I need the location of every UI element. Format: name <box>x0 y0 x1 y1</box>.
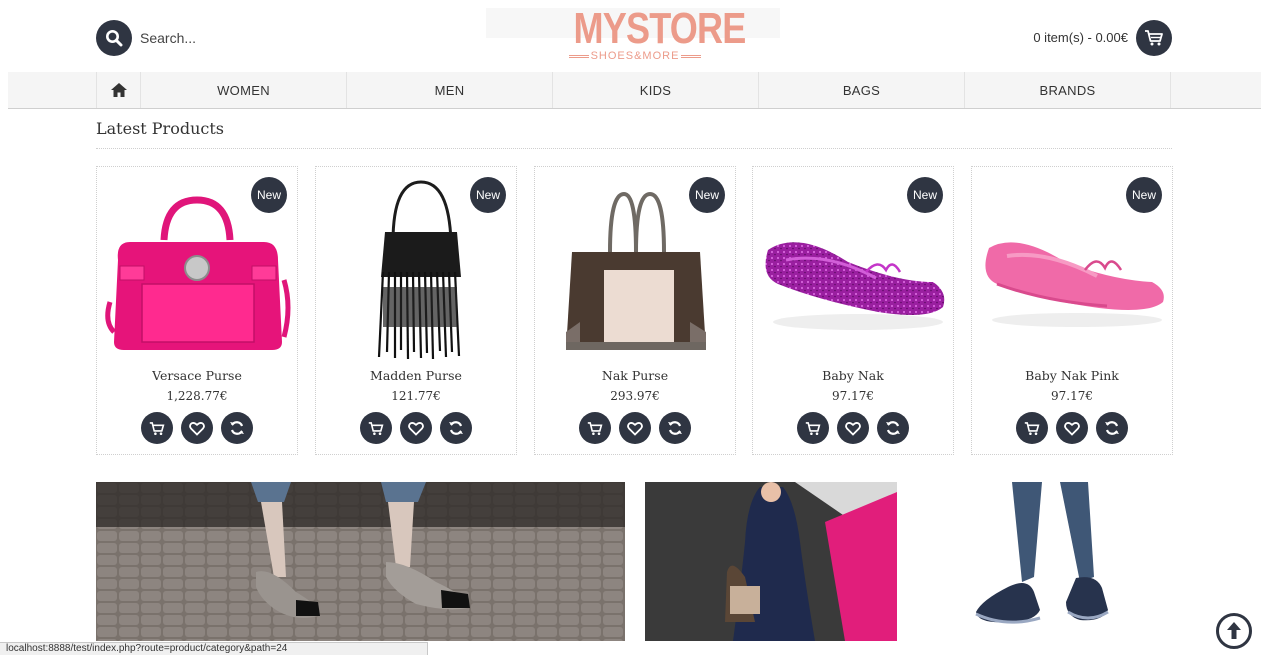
store-logo[interactable]: MYSTORE SHOES&MORE <box>560 4 747 62</box>
product-price: 293.97€ <box>610 389 660 403</box>
product-card[interactable]: New Baby Nak Pink 97.17€ <box>971 166 1173 455</box>
compare-button[interactable] <box>877 412 909 444</box>
heart-icon <box>1064 421 1080 436</box>
compare-button[interactable] <box>659 412 691 444</box>
add-to-cart-button[interactable] <box>141 412 173 444</box>
product-name[interactable]: Versace Purse <box>97 368 297 383</box>
product-card[interactable]: New Versace Purse 1,228.77€ <box>96 166 298 455</box>
product-name[interactable]: Baby Nak Pink <box>972 368 1172 383</box>
nav-item-women[interactable]: WOMEN <box>141 72 347 108</box>
nav-home[interactable] <box>96 72 141 108</box>
product-name[interactable]: Nak Purse <box>535 368 735 383</box>
heart-icon <box>408 421 424 436</box>
product-name[interactable]: Baby Nak <box>753 368 953 383</box>
add-to-cart-button[interactable] <box>579 412 611 444</box>
new-badge: New <box>1126 177 1162 213</box>
header: MYSTORE SHOES&MORE 0 item(s) - 0.00€ <box>0 0 1268 72</box>
cart-button[interactable] <box>1136 20 1172 56</box>
banner-woman-bag[interactable] <box>645 482 897 641</box>
product-price: 1,228.77€ <box>166 389 228 403</box>
new-badge: New <box>907 177 943 213</box>
section-title: Latest Products <box>96 119 224 138</box>
refresh-icon <box>886 421 900 435</box>
heart-icon <box>189 421 205 436</box>
product-name[interactable]: Madden Purse <box>316 368 516 383</box>
nav-item-bags[interactable]: BAGS <box>759 72 965 108</box>
refresh-icon <box>668 421 682 435</box>
home-icon <box>110 83 127 97</box>
compare-button[interactable] <box>1096 412 1128 444</box>
product-price: 97.17€ <box>1051 389 1093 403</box>
wishlist-button[interactable] <box>1056 412 1088 444</box>
compare-button[interactable] <box>440 412 472 444</box>
heart-icon <box>845 421 861 436</box>
wishlist-button[interactable] <box>181 412 213 444</box>
wishlist-button[interactable] <box>400 412 432 444</box>
browser-status-url: localhost:8888/test/index.php?route=prod… <box>0 642 428 655</box>
product-grid: New Versace Purse 1,228.77€ New Madden P… <box>96 166 1173 456</box>
wishlist-button[interactable] <box>837 412 869 444</box>
logo-title: MYSTORE <box>573 4 747 53</box>
search-icon <box>106 30 123 47</box>
heart-icon <box>627 421 643 436</box>
search-button[interactable] <box>96 20 132 56</box>
cart-icon <box>149 421 165 435</box>
cart-icon <box>587 421 603 435</box>
cart-icon <box>1145 30 1163 46</box>
nav-item-brands[interactable]: BRANDS <box>965 72 1171 108</box>
refresh-icon <box>230 421 244 435</box>
product-price: 121.77€ <box>391 389 441 403</box>
compare-button[interactable] <box>221 412 253 444</box>
new-badge: New <box>251 177 287 213</box>
product-card[interactable]: New Madden Purse 121.77€ <box>315 166 517 455</box>
cart-summary[interactable]: 0 item(s) - 0.00€ <box>1033 30 1128 45</box>
search-input[interactable] <box>140 26 440 50</box>
nav-item-men[interactable]: MEN <box>347 72 553 108</box>
add-to-cart-button[interactable] <box>797 412 829 444</box>
cart-icon <box>368 421 384 435</box>
add-to-cart-button[interactable] <box>1016 412 1048 444</box>
product-card[interactable]: New Nak Purse 293.97€ <box>534 166 736 455</box>
arrow-up-icon <box>1227 622 1241 639</box>
product-card[interactable]: New Baby Nak 97.17€ <box>752 166 954 455</box>
refresh-icon <box>449 421 463 435</box>
scroll-to-top-button[interactable] <box>1216 613 1252 649</box>
refresh-icon <box>1105 421 1119 435</box>
product-price: 97.17€ <box>832 389 874 403</box>
add-to-cart-button[interactable] <box>360 412 392 444</box>
cart-icon <box>805 421 821 435</box>
wishlist-button[interactable] <box>619 412 651 444</box>
cart-icon <box>1024 421 1040 435</box>
new-badge: New <box>470 177 506 213</box>
banner-kids-shoes[interactable] <box>916 482 1172 641</box>
banner-shoes-street[interactable] <box>96 482 625 641</box>
section-divider <box>96 148 1172 149</box>
nav-item-kids[interactable]: KIDS <box>553 72 759 108</box>
main-nav: WOMEN MEN KIDS BAGS BRANDS <box>8 72 1261 109</box>
new-badge: New <box>689 177 725 213</box>
